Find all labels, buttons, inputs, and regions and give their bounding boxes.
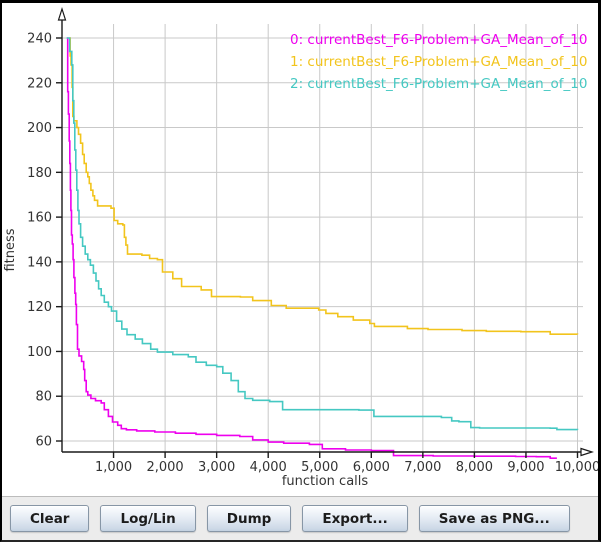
x-tick-label: 9,000	[507, 460, 544, 475]
y-tick-label: 140	[27, 255, 52, 270]
x-tick-label: 2,000	[146, 460, 183, 475]
y-axis-arrow-icon	[59, 9, 66, 20]
clear-button[interactable]: Clear	[10, 505, 89, 532]
y-tick-label: 240	[27, 32, 52, 47]
save-as-png-button[interactable]: Save as PNG...	[419, 505, 570, 532]
y-tick-label: 80	[35, 390, 52, 405]
plot-window: 240 220 200 180 160 140 120 100 80 60 1,000 2,000 3,…	[0, 0, 601, 542]
dump-button[interactable]: Dump	[207, 505, 292, 532]
series-line-0	[67, 38, 557, 458]
x-axis-arrow-icon	[581, 449, 592, 456]
x-tick-label: 5,000	[301, 460, 338, 475]
x-tick-label: 6,000	[353, 460, 390, 475]
y-tick-label: 220	[27, 76, 52, 91]
legend-entry-1: 1: currentBest_F6-Problem+GA_Mean_of_10	[290, 54, 587, 70]
x-axis-title: function calls	[282, 474, 369, 489]
export-button[interactable]: Export...	[302, 505, 407, 532]
x-tick-label: 3,000	[198, 460, 235, 475]
button-toolbar: Clear Log/Lin Dump Export... Save as PNG…	[2, 496, 598, 540]
fitness-chart: 240 220 200 180 160 140 120 100 80 60 1,000 2,000 3,…	[2, 3, 598, 496]
y-tick-label: 100	[27, 345, 52, 360]
y-tick-label: 180	[27, 166, 52, 181]
x-tick-label: 7,000	[404, 460, 441, 475]
y-tick-label: 60	[35, 435, 52, 450]
x-tick-label: 10,000	[555, 460, 598, 475]
y-tick-label: 200	[27, 121, 52, 136]
x-tick-label: 8,000	[456, 460, 493, 475]
log-lin-button[interactable]: Log/Lin	[100, 505, 195, 532]
tick-labels: 240 220 200 180 160 140 120 100 80 60 1,000 2,000 3,…	[27, 32, 598, 476]
y-axis-title: fitness	[3, 228, 18, 271]
x-tick-label: 4,000	[250, 460, 287, 475]
chart-panel: 240 220 200 180 160 140 120 100 80 60 1,000 2,000 3,…	[2, 3, 598, 496]
x-tick-label: 1,000	[95, 460, 132, 475]
y-tick-label: 160	[27, 211, 52, 226]
legend-entry-0: 0: currentBest_F6-Problem+GA_Mean_of_10	[290, 32, 587, 48]
series-line-2	[67, 38, 578, 430]
y-tick-label: 120	[27, 300, 52, 315]
legend-entry-2: 2: currentBest_F6-Problem+GA_Mean_of_10	[290, 76, 587, 92]
